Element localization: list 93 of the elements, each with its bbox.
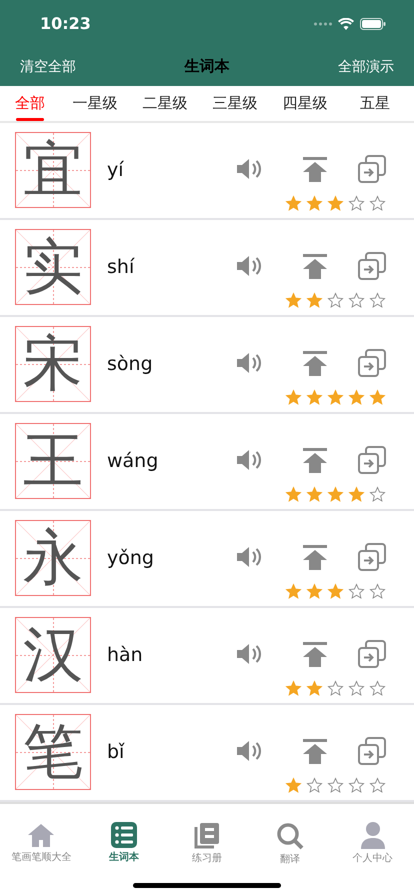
chinese-character: 永	[23, 528, 83, 588]
status-time: 10:23	[40, 14, 91, 33]
copy-arrow-icon[interactable]	[358, 542, 386, 571]
tab-bar-item[interactable]: 笔画笔顺大全	[0, 822, 83, 866]
copy-arrow-icon[interactable]	[358, 252, 386, 280]
speaker-icon[interactable]	[236, 738, 262, 763]
chinese-character: 王	[23, 431, 83, 492]
pinyin-text: shí	[107, 256, 136, 278]
pinyin-text: yǒng	[107, 547, 155, 570]
copy-arrow-icon[interactable]	[358, 446, 386, 474]
empty-star-icon	[369, 292, 386, 309]
clear-all-button[interactable]: 清空全部	[20, 58, 76, 76]
empty-star-icon	[369, 582, 386, 600]
filled-star-icon	[348, 388, 365, 406]
filled-star-icon	[327, 486, 344, 503]
filled-star-icon	[285, 486, 302, 503]
chinese-character: 笔	[23, 722, 83, 782]
filled-star-icon	[327, 388, 344, 406]
wifi-icon	[338, 18, 354, 30]
chinese-character: 宋	[23, 334, 83, 394]
filled-star-icon	[306, 486, 323, 503]
pinyin-text: wáng	[107, 450, 160, 472]
chinese-character: 实	[23, 237, 83, 298]
home-icon	[27, 822, 56, 848]
speaker-icon[interactable]	[236, 642, 262, 666]
move-to-top-icon[interactable]	[303, 448, 327, 473]
empty-star-icon	[369, 680, 386, 697]
page-title: 生词本	[184, 57, 230, 76]
list-icon	[111, 822, 138, 848]
move-to-top-icon[interactable]	[303, 642, 327, 667]
move-to-top-icon[interactable]	[303, 156, 327, 182]
move-to-top-icon[interactable]	[303, 350, 327, 376]
level-tab[interactable]: 一星级	[60, 86, 130, 121]
move-to-top-icon[interactable]	[303, 738, 327, 764]
filled-star-icon	[285, 194, 302, 212]
filled-star-icon	[306, 680, 323, 697]
level-tab[interactable]: 五星	[340, 86, 410, 121]
level-tab[interactable]: 全部	[0, 86, 60, 121]
filled-star-icon	[369, 388, 386, 406]
filled-star-icon	[306, 388, 323, 406]
copy-arrow-icon[interactable]	[358, 640, 386, 668]
level-tab[interactable]: 四星级	[270, 86, 340, 121]
empty-star-icon	[348, 776, 365, 794]
move-to-top-icon[interactable]	[303, 254, 327, 279]
empty-star-icon	[327, 292, 344, 309]
filled-star-icon	[285, 388, 302, 406]
empty-star-icon	[369, 486, 386, 503]
pinyin-text: sòng	[107, 353, 154, 376]
tab-bar-item[interactable]: 个人中心	[331, 822, 414, 866]
tab-bar-item[interactable]: 翻译	[248, 822, 332, 866]
pinyin-text: hàn	[107, 644, 144, 666]
empty-star-icon	[306, 776, 323, 794]
person-icon	[360, 822, 385, 849]
pinyin-text: yí	[107, 159, 125, 182]
filled-star-icon	[306, 292, 323, 309]
filled-star-icon	[285, 582, 302, 600]
tab-bar-item[interactable]: 生词本	[82, 822, 166, 866]
move-to-top-icon[interactable]	[303, 544, 327, 570]
empty-star-icon	[369, 194, 386, 212]
filled-star-icon	[348, 486, 365, 503]
empty-star-icon	[348, 582, 365, 600]
speaker-icon[interactable]	[236, 350, 262, 375]
chinese-character: 汉	[23, 625, 83, 686]
filled-star-icon	[327, 582, 344, 600]
speaker-icon[interactable]	[236, 544, 262, 569]
filled-star-icon	[285, 776, 302, 794]
filled-star-icon	[306, 194, 323, 212]
speaker-icon[interactable]	[236, 448, 262, 472]
filled-star-icon	[327, 194, 344, 212]
filled-star-icon	[285, 292, 302, 309]
copy-arrow-icon[interactable]	[358, 736, 386, 765]
filled-star-icon	[306, 582, 323, 600]
empty-star-icon	[369, 776, 386, 794]
copy-arrow-icon[interactable]	[358, 348, 386, 377]
empty-star-icon	[348, 292, 365, 309]
copy-arrow-icon[interactable]	[358, 154, 386, 183]
pinyin-text: bǐ	[107, 741, 126, 764]
empty-star-icon	[327, 776, 344, 794]
empty-star-icon	[348, 680, 365, 697]
level-tab[interactable]: 二星级	[130, 86, 200, 121]
search-icon	[276, 822, 304, 850]
battery-icon	[360, 18, 386, 30]
speaker-icon[interactable]	[236, 156, 262, 181]
signal-icon	[314, 22, 332, 26]
demo-all-button[interactable]: 全部演示	[338, 58, 394, 76]
empty-star-icon	[327, 680, 344, 697]
book-icon	[194, 822, 220, 849]
empty-star-icon	[348, 194, 365, 212]
chinese-character: 宜	[23, 140, 83, 200]
tab-bar-item[interactable]: 练习册	[166, 822, 248, 866]
level-tab[interactable]: 三星级	[200, 86, 270, 121]
speaker-icon[interactable]	[236, 254, 262, 278]
filled-star-icon	[285, 680, 302, 697]
